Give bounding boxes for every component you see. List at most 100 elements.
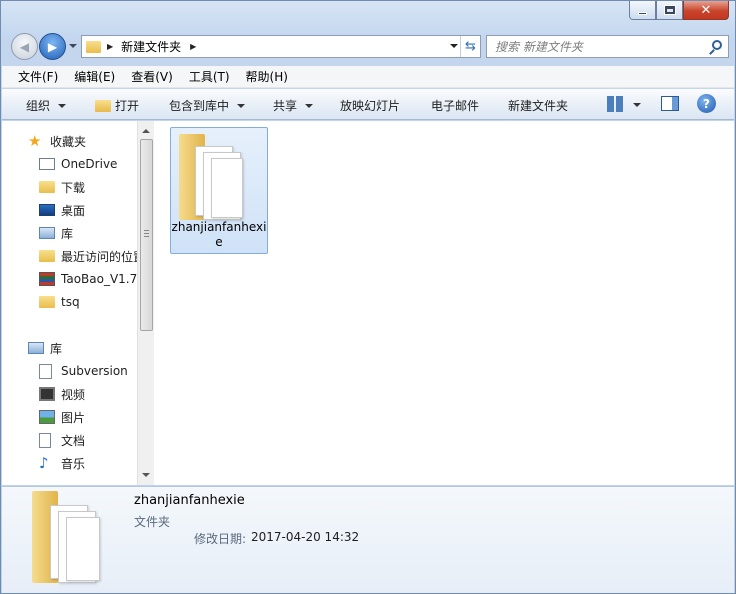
menu-file[interactable]: 文件(F) [18,68,58,85]
folder-item[interactable]: zhanjianfanhexie [170,127,268,254]
search-icon[interactable] [712,40,722,50]
include-in-library-button[interactable]: 包含到库中 [169,97,246,114]
recent-pages-dropdown[interactable] [69,44,77,48]
video-icon [39,387,55,401]
tree-label: 收藏夹 [50,134,87,149]
star-icon: ★ [28,132,42,150]
grip-icon [144,230,149,237]
library-icon [28,342,44,354]
organize-button[interactable]: 组织 [26,97,67,114]
back-arrow-icon: ◀ [19,39,30,54]
slideshow-label: 放映幻灯片 [340,99,401,113]
downloads-folder-icon [39,181,55,193]
help-icon[interactable]: ? [697,94,716,113]
folder-icon [86,40,101,53]
tree-label: 音乐 [61,456,86,471]
tree-libraries[interactable]: 库 [28,338,62,358]
share-label: 共享 [273,99,298,113]
address-bar[interactable]: ▶ 新建文件夹 ▶ ⇆ [81,35,481,58]
onedrive-icon [39,158,55,170]
details-type: 文件夹 [134,515,171,529]
breadcrumb-current[interactable]: 新建文件夹 [121,38,181,55]
file-list[interactable]: zhanjianfanhexie [154,121,734,485]
email-button[interactable]: 电子邮件 [431,97,479,114]
tree-label: 最近访问的位置 [61,249,137,264]
nav-pane-scrollbar[interactable] [137,121,154,485]
menu-view[interactable]: 查看(V) [131,68,173,85]
explorer-body: ★ 收藏夹 OneDrive 下载 桌面 库 最近访问的位置 TaoBao_V1.… [2,121,734,485]
close-button[interactable]: ✕ [683,1,729,20]
refresh-icon: ⇆ [465,39,476,54]
tree-item-recent-places[interactable]: 最近访问的位置 [39,246,137,266]
tree-item-documents[interactable]: 文档 [39,430,85,450]
close-icon: ✕ [700,2,712,18]
address-dropdown-icon[interactable] [450,44,458,48]
menu-edit[interactable]: 编辑(E) [74,68,115,85]
maximize-icon [664,6,675,14]
folder-icon [179,134,245,220]
chevron-down-icon [237,103,246,108]
view-options-dropdown-icon[interactable] [633,103,641,107]
breadcrumb-separator-icon[interactable]: ▶ [107,42,113,51]
breadcrumb-separator-icon[interactable]: ▶ [190,42,196,51]
share-button[interactable]: 共享 [273,97,314,114]
tree-item-taobao[interactable]: TaoBao_V1.7 [39,269,137,289]
music-note-icon: ♪ [39,454,49,472]
open-button[interactable]: 打开 [95,97,139,114]
slideshow-button[interactable]: 放映幻灯片 [340,97,400,114]
refresh-button[interactable]: ⇆ [460,36,480,57]
tree-item-videos[interactable]: 视频 [39,384,85,404]
picture-icon [39,410,55,424]
details-modified-label: 修改日期: [194,532,247,546]
forward-arrow-icon: ▶ [47,39,58,54]
tree-item-music[interactable]: ♪ 音乐 [39,453,85,473]
change-view-icon[interactable] [607,96,623,112]
tree-label: 库 [61,226,74,241]
new-folder-button[interactable]: 新建文件夹 [508,97,568,114]
scroll-up-icon[interactable] [142,129,150,133]
minimize-button[interactable] [629,1,656,20]
tree-label: 文档 [61,433,86,448]
tree-item-onedrive[interactable]: OneDrive [39,154,117,174]
tree-label: 库 [50,341,63,356]
tree-item-tsq[interactable]: tsq [39,292,80,312]
email-label: 电子邮件 [431,99,480,113]
tree-item-library[interactable]: 库 [39,223,73,243]
tree-label: OneDrive [61,157,118,171]
organize-label: 组织 [26,99,51,113]
tree-item-desktop[interactable]: 桌面 [39,200,85,220]
scrollbar-thumb[interactable] [140,139,153,331]
tree-label: Subversion [61,364,128,378]
tree-label: TaoBao_V1.7 [61,272,137,286]
search-placeholder: 搜索 新建文件夹 [495,40,583,54]
scroll-down-icon[interactable] [142,473,150,477]
folder-icon [39,296,55,308]
details-name: zhanjianfanhexie [134,493,245,508]
chevron-down-icon [58,103,67,108]
caption-buttons: ✕ [629,1,729,20]
open-label: 打开 [115,99,140,113]
recent-places-icon [39,250,55,262]
navigation-bar: ◀ ▶ ▶ 新建文件夹 ▶ ⇆ 搜索 新建文件夹 [9,31,729,61]
library-icon [39,227,55,239]
forward-button[interactable]: ▶ [39,33,66,60]
tree-item-subversion[interactable]: Subversion [39,361,128,381]
open-folder-icon [95,99,111,112]
search-input[interactable]: 搜索 新建文件夹 [486,35,729,58]
tree-favorites[interactable]: ★ 收藏夹 [28,131,86,151]
menu-tools[interactable]: 工具(T) [189,68,230,85]
explorer-window: ✕ ◀ ▶ ▶ 新建文件夹 ▶ ⇆ 搜索 新建文件夹 文件(F) 编辑(E) 查… [0,0,736,594]
back-button[interactable]: ◀ [11,33,38,60]
tree-item-downloads[interactable]: 下载 [39,177,85,197]
preview-pane-icon[interactable] [661,96,679,111]
details-pane: zhanjianfanhexie 文件夹 修改日期: 2017-04-20 14… [2,486,734,593]
archive-icon [39,272,55,286]
document-icon [39,432,51,448]
new-folder-label: 新建文件夹 [508,99,569,113]
navigation-pane: ★ 收藏夹 OneDrive 下载 桌面 库 最近访问的位置 TaoBao_V1.… [2,121,137,485]
tree-item-pictures[interactable]: 图片 [39,407,85,427]
menu-help[interactable]: 帮助(H) [246,68,288,85]
maximize-button[interactable] [656,1,683,20]
tree-label: tsq [61,295,80,309]
folder-icon [32,491,102,587]
